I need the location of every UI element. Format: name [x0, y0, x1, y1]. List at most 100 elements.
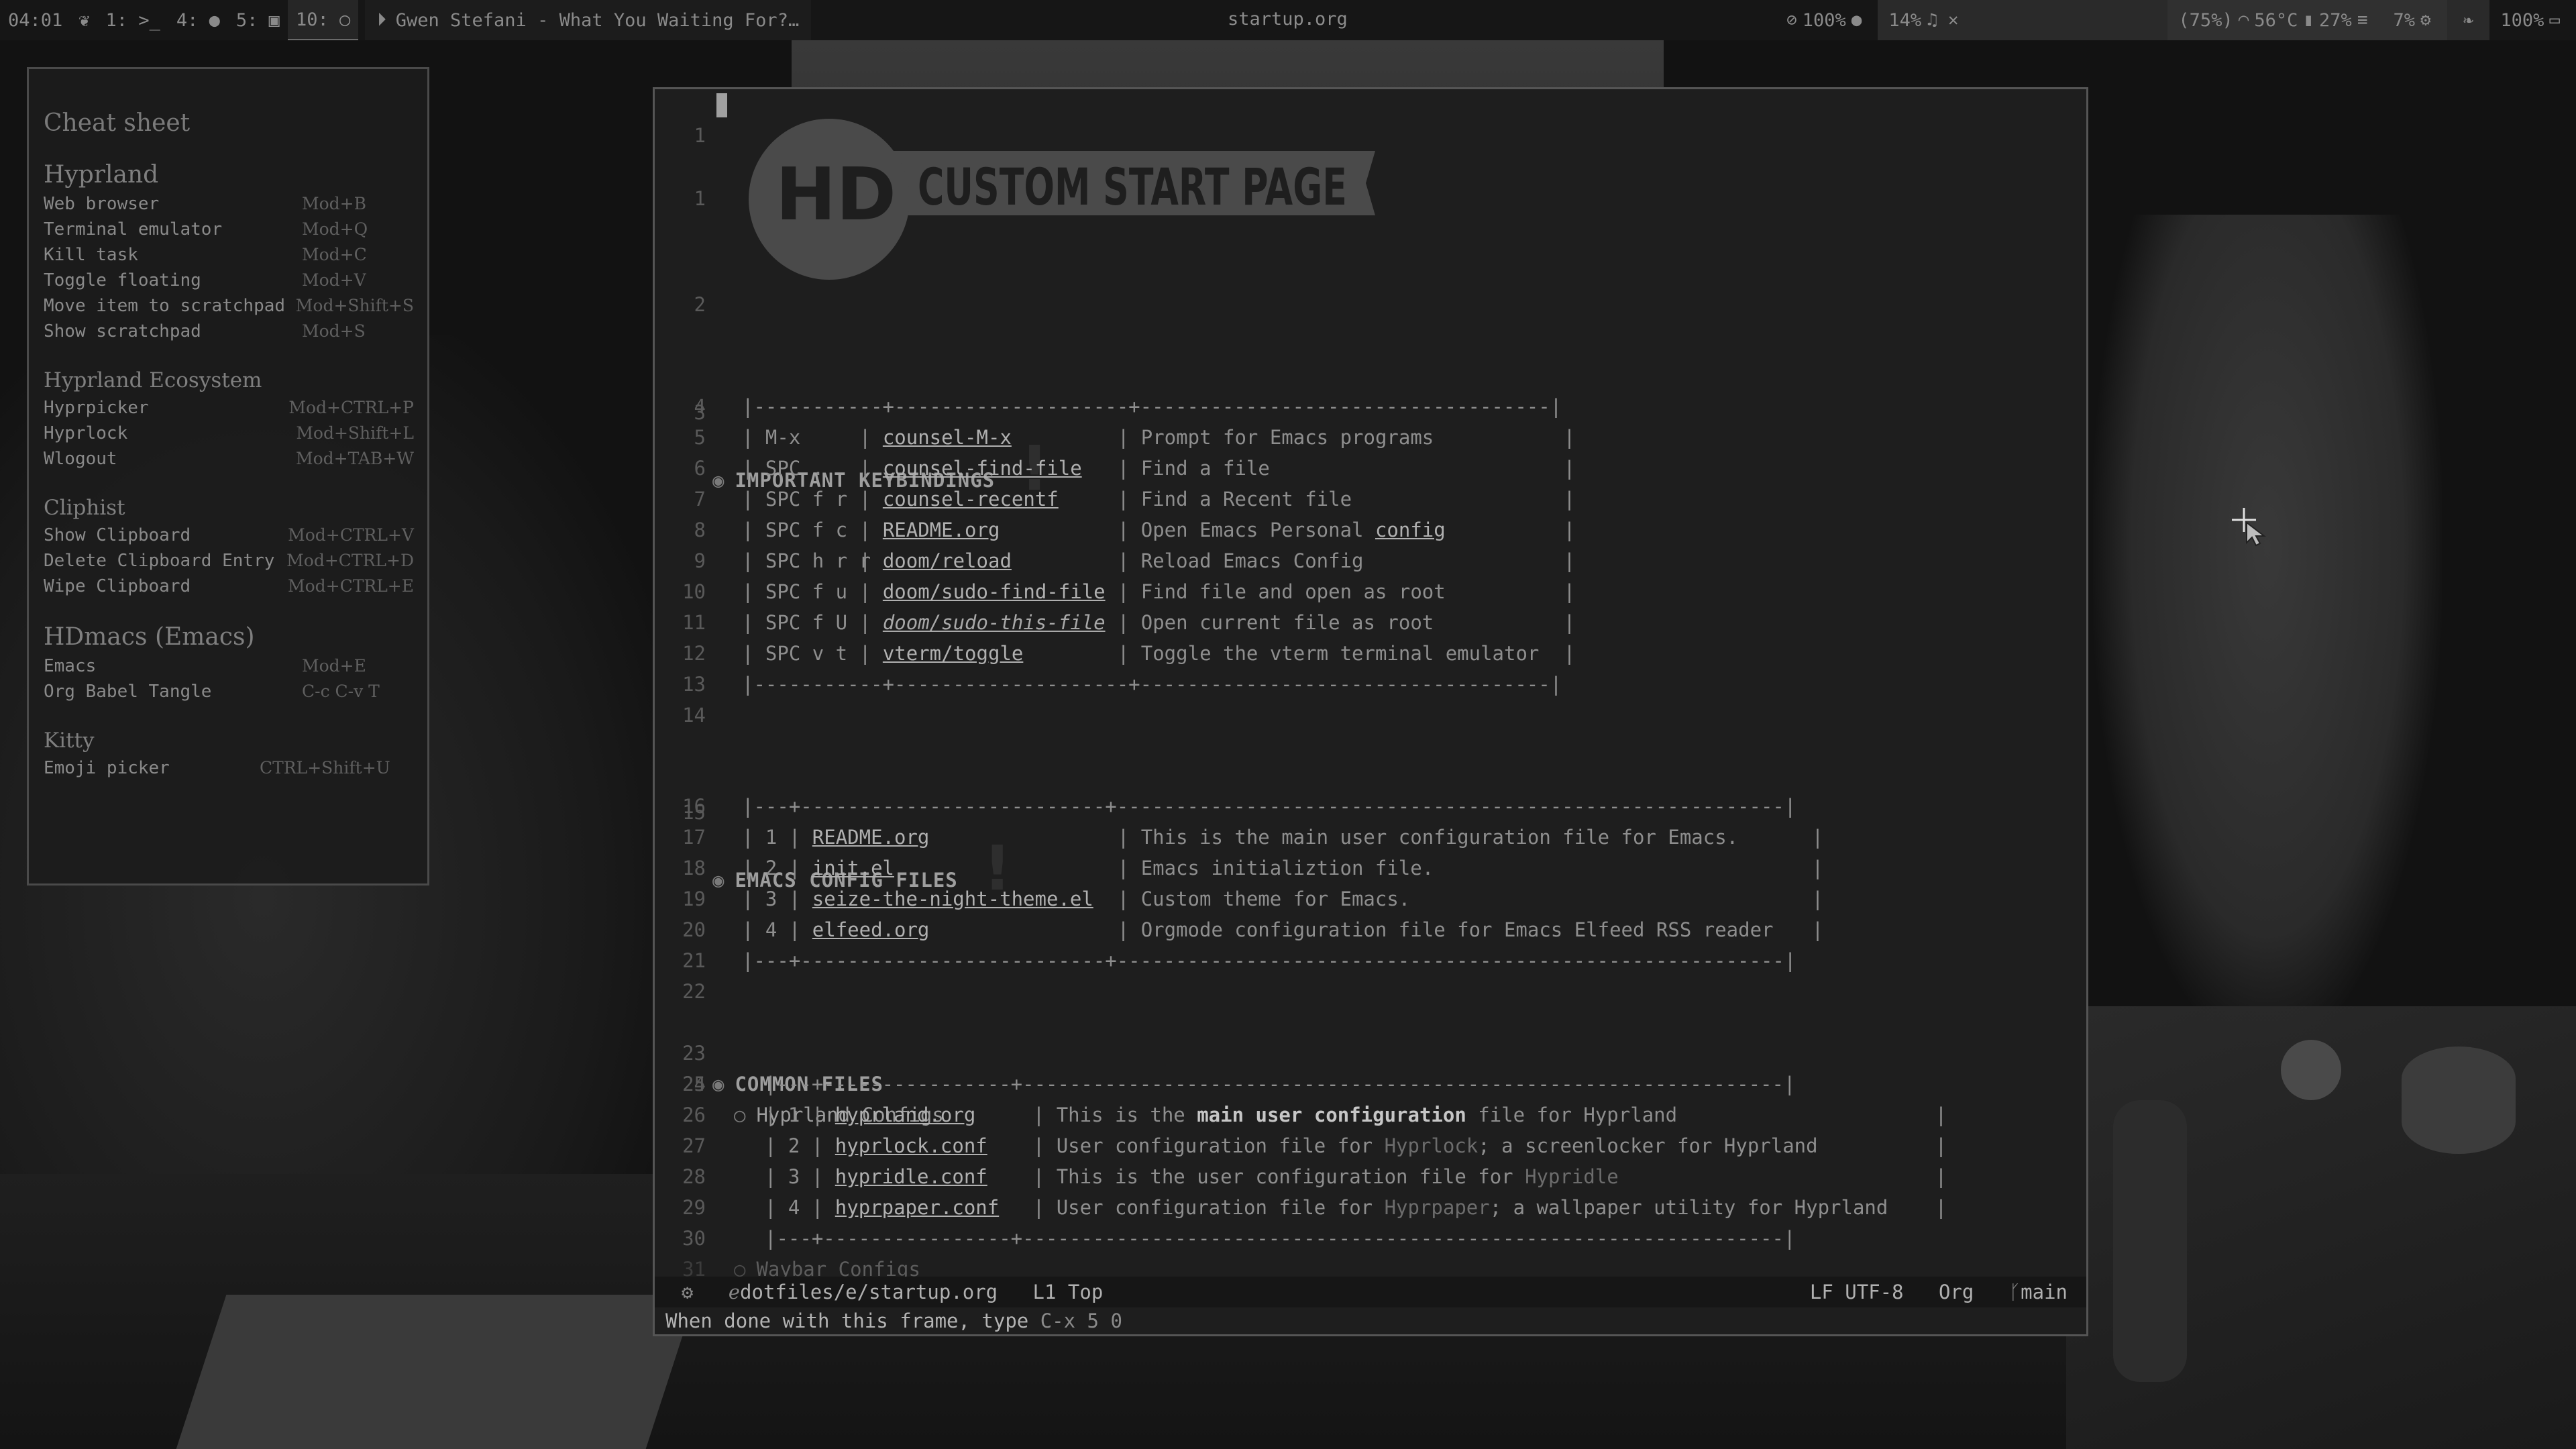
system-module[interactable]: (75%) ◠ 56°C ▮ 27% ≡ 7% ⚙ [2167, 0, 2447, 40]
shortcut-action: Wipe Clipboard [44, 576, 191, 596]
file-link[interactable]: seize-the-night-theme.el [812, 888, 1093, 910]
workspace-4[interactable]: 4: ● [168, 10, 228, 31]
cpu-icon: ≡ [2357, 10, 2368, 30]
shortcut-action: Show scratchpad [44, 321, 201, 341]
shortcut-row: Terminal emulator Mod+Q [44, 217, 414, 242]
battery-module[interactable]: 100% ▭ [2489, 0, 2576, 40]
buffer-path: dotfiles/e/startup.org [740, 1281, 998, 1303]
description-cell: Find a file [1140, 457, 1270, 480]
power-profile[interactable]: ❧ [2447, 0, 2490, 40]
workspace-5[interactable]: 5: ▣ [228, 10, 288, 31]
section-title: Kitty [44, 729, 95, 753]
banner-title: CUSTOM START PAGE [918, 157, 1347, 217]
shortcut-row: Delete Clipboard Entry Mod+CTRL+D [44, 548, 414, 574]
row-number: 4 [765, 918, 777, 941]
command-link[interactable]: counsel-recentf [883, 488, 1059, 511]
workspace-10-number: 10: [295, 9, 329, 30]
shortcut-row: Hyprlock Mod+Shift+L [44, 421, 414, 446]
command-link[interactable]: counsel-M-x [883, 426, 1012, 449]
org-buffer[interactable]: 1 HD CUSTOM START PAGE 1 2 3 ◉ IMPORTANT … [655, 89, 2086, 1277]
wallpaper-book [176, 1295, 696, 1449]
media-player[interactable]: ⏵ Gwen Stefani - What You Waiting For?… [365, 0, 812, 40]
shortcut-row: Move item to scratchpad Mod+Shift+S [44, 293, 414, 319]
command-link[interactable]: doom/sudo-find-file [883, 580, 1106, 603]
heading-line[interactable]: 15 ◉ EMACS CONFIG FILES! [655, 732, 1012, 900]
file-link[interactable]: hypridle.conf [835, 1165, 987, 1188]
key-cell: SPC v t [765, 642, 848, 665]
command-link[interactable]: vterm/toggle [883, 642, 1024, 665]
idle-inhibitor[interactable]: ⊘ 100% ● [1770, 0, 1878, 40]
line-number: 27 [682, 1134, 706, 1157]
file-link[interactable]: init.el [812, 857, 894, 879]
shortcut-action: Org Babel Tangle [44, 682, 212, 702]
file-link[interactable]: hyprpaper.conf [835, 1196, 999, 1219]
subheading-line[interactable]: 24 ○ Hyprland Configs [655, 1038, 944, 1126]
line-number: 6 [694, 457, 706, 480]
line-number: 16 [682, 795, 706, 818]
shortcut-row: Emoji picker CTRL+Shift+U [44, 755, 414, 781]
shortcut-row: Wlogout Mod+TAB+W [44, 446, 414, 472]
key-cell: SPC f u [765, 580, 848, 603]
line-number: 5 [694, 426, 706, 449]
battery-icon: ▭ [2549, 10, 2560, 30]
line-number: 13 [682, 673, 706, 696]
description-cell: Open Emacs Personal [1140, 519, 1375, 541]
heading-bullet-icon: ◉ [712, 869, 724, 892]
echo-key: C-x 5 0 [1040, 1309, 1122, 1332]
workspace-1[interactable]: 1: >_ [98, 10, 168, 31]
key-cell: SPC f U [765, 611, 848, 634]
command-link[interactable]: doom/sudo-this-file [883, 611, 1106, 634]
shortcut-action: Web browser [44, 194, 160, 214]
wallpaper-cat [2093, 215, 2442, 1046]
git-branch: main [2021, 1281, 2068, 1303]
file-link[interactable]: elfeed.org [812, 918, 930, 941]
cheat-sheet-title: Cheat sheet [44, 109, 191, 137]
brightness-icon: ● [1851, 10, 1862, 30]
config-link[interactable]: config [1375, 519, 1446, 541]
command-link[interactable]: counsel-find-file [883, 457, 1082, 480]
file-link[interactable]: hyprlock.conf [835, 1134, 987, 1157]
line-number: 7 [694, 488, 706, 511]
key-cell: SPC f c [765, 519, 848, 541]
battery-value: (75%) [2178, 9, 2233, 31]
shortcut-row: Org Babel Tangle C-c C-v T [44, 679, 414, 704]
shortcut-row: Web browser Mod+B [44, 191, 414, 217]
major-mode: Org [1938, 1281, 1974, 1303]
command-link[interactable]: README.org [883, 519, 1000, 541]
shortcut-row: Show scratchpad Mod+S [44, 319, 414, 344]
shortcut-keys: Mod+Shift+S [295, 296, 414, 315]
line-number: 9 [694, 549, 706, 572]
chat-icon: ● [209, 9, 220, 31]
line-number: 1 [694, 187, 706, 210]
line-number: 31 [682, 1258, 706, 1277]
line-number: 30 [682, 1227, 706, 1250]
file-link[interactable]: hyprland.org [835, 1104, 976, 1126]
description-cell: Open current file as root [1140, 611, 1434, 634]
buffer-line: 1 [655, 89, 727, 147]
section-cliphist: Cliphist Show Clipboard Mod+CTRL+V Delete… [44, 496, 414, 599]
section-kitty: Kitty Emoji picker CTRL+Shift+U [44, 729, 414, 781]
command-link[interactable]: doom/reload [883, 549, 1012, 572]
leaf-icon[interactable]: ❦ [70, 10, 97, 31]
row-number: 2 [765, 857, 777, 879]
heading-line[interactable]: 23 ◉ COMMON FILES [655, 1007, 883, 1095]
workspace-10[interactable]: 10: ○ [287, 0, 359, 40]
audio-module[interactable]: 14% ♫ ✕ [1878, 0, 2168, 40]
heading-line[interactable]: 3 ◉ IMPORTANT KEYBINDINGS! [655, 332, 1049, 500]
description-dim: Hyprpaper [1384, 1196, 1490, 1219]
shortcut-action: Wlogout [44, 449, 117, 469]
file-link[interactable]: README.org [812, 826, 930, 849]
subheading-bullet-icon: ○ [734, 1104, 746, 1126]
shortcut-keys: Mod+V [302, 270, 366, 290]
shortcut-action: Kill task [44, 245, 138, 265]
workspace-4-number: 4: [176, 9, 199, 31]
description-cell: Custom theme for Emacs. [1140, 888, 1411, 910]
emacs-frame[interactable]: 1 HD CUSTOM START PAGE 1 2 3 ◉ IMPORTANT … [653, 87, 2088, 1336]
play-icon: ⏵ [377, 9, 386, 30]
wallpaper-ball [2281, 1040, 2341, 1100]
key-cell: M-x [765, 426, 801, 449]
cursor-position: L1 Top [1032, 1281, 1104, 1303]
shortcut-keys: Mod+E [302, 656, 366, 676]
circle-icon: ○ [339, 9, 351, 30]
mouse-cursor-icon [2232, 508, 2266, 547]
